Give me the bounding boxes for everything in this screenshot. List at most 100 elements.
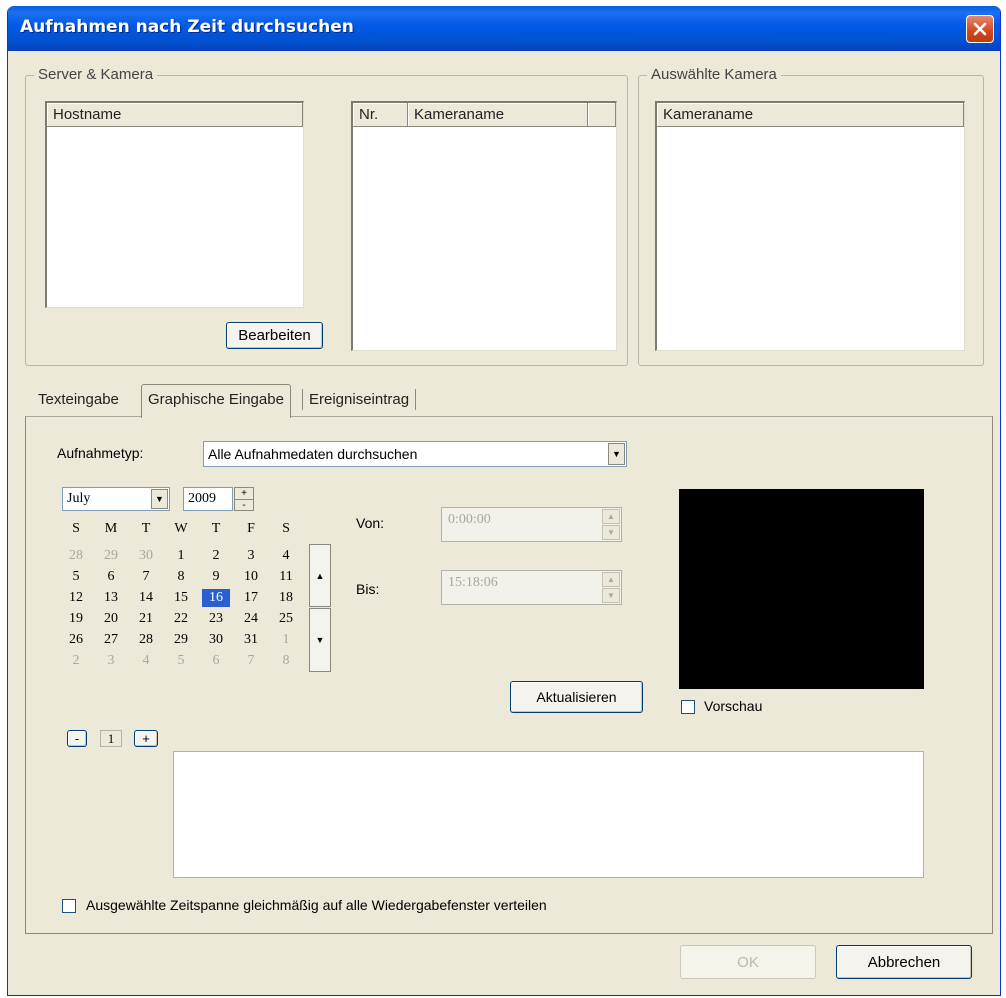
triangle-down-icon: ▼: [607, 591, 615, 600]
title-bar[interactable]: Aufnahmen nach Zeit durchsuchen: [8, 6, 1000, 51]
calendar-day[interactable]: 5: [167, 652, 195, 670]
to-time-up-button[interactable]: ▲: [602, 572, 620, 587]
camera-name-column-header[interactable]: Kameraname: [408, 103, 588, 127]
from-time-field[interactable]: 0:00:00 ▲ ▼: [441, 507, 622, 542]
calendar-day[interactable]: 1: [272, 631, 300, 649]
preview-label: Vorschau: [704, 698, 763, 714]
triangle-up-icon: ▲: [607, 575, 615, 584]
tab-texteingabe[interactable]: Texteingabe: [32, 389, 125, 410]
from-time-up-button[interactable]: ▲: [602, 509, 620, 524]
from-time-down-button[interactable]: ▼: [602, 525, 620, 540]
timeline-area[interactable]: [173, 751, 924, 878]
cancel-button[interactable]: Abbrechen: [836, 945, 972, 979]
chevron-down-icon: ▼: [612, 449, 621, 459]
calendar-day[interactable]: 19: [62, 610, 90, 628]
calendar-day[interactable]: 29: [97, 547, 125, 565]
calendar-day[interactable]: 8: [167, 568, 195, 586]
server-camera-group: Server & Kamera Hostname Bearbeiten Nr. …: [25, 66, 628, 366]
year-spinner[interactable]: + -: [234, 487, 254, 511]
selected-camera-header-text: Kameraname: [663, 106, 754, 123]
camera-list[interactable]: Nr. Kameraname: [351, 101, 617, 351]
calendar-day[interactable]: 9: [202, 568, 230, 586]
calendar-day[interactable]: 3: [237, 547, 265, 565]
calendar-day[interactable]: 3: [97, 652, 125, 670]
calendar-day[interactable]: 14: [132, 589, 160, 607]
calendar-day[interactable]: 30: [132, 547, 160, 565]
calendar-day[interactable]: 2: [202, 547, 230, 565]
month-dropdown-button[interactable]: ▼: [151, 489, 168, 509]
hostname-list[interactable]: Hostname: [45, 101, 304, 308]
calendar-day[interactable]: 2: [62, 652, 90, 670]
calendar-day[interactable]: 10: [237, 568, 265, 586]
selected-camera-column-header[interactable]: Kameraname: [657, 103, 964, 127]
year-up-icon[interactable]: +: [234, 487, 254, 499]
preview-checkbox[interactable]: [681, 700, 695, 714]
triangle-up-icon: ▲: [607, 512, 615, 521]
selected-camera-list[interactable]: Kameraname: [655, 101, 965, 351]
ok-button[interactable]: OK: [680, 945, 816, 979]
recording-type-dropdown-button[interactable]: ▼: [608, 443, 625, 465]
calendar-day[interactable]: 1: [167, 547, 195, 565]
ok-button-label: OK: [737, 953, 759, 971]
calendar-next-button[interactable]: ▼: [309, 608, 331, 672]
calendar-day[interactable]: 7: [132, 568, 160, 586]
calendar-day[interactable]: 27: [97, 631, 125, 649]
distribute-checkbox[interactable]: [62, 899, 76, 913]
calendar-day[interactable]: 6: [202, 652, 230, 670]
calendar-day[interactable]: 28: [132, 631, 160, 649]
calendar-day[interactable]: 13: [97, 589, 125, 607]
calendar-day[interactable]: 21: [132, 610, 160, 628]
edit-button[interactable]: Bearbeiten: [226, 322, 323, 349]
camera-nr-column-header[interactable]: Nr.: [353, 103, 408, 127]
weekday-header: W: [174, 521, 188, 536]
page-minus-button[interactable]: -: [67, 730, 87, 747]
calendar-prev-button[interactable]: ▲: [309, 544, 331, 607]
weekday-header: S: [72, 521, 80, 536]
hostname-column-header[interactable]: Hostname: [47, 103, 303, 127]
calendar-day[interactable]: 11: [272, 568, 300, 586]
calendar-day[interactable]: 31: [237, 631, 265, 649]
camera-extra-column-header[interactable]: [588, 103, 616, 127]
calendar-day[interactable]: 5: [62, 568, 90, 586]
calendar-day[interactable]: 7: [237, 652, 265, 670]
to-time-field[interactable]: 15:18:06 ▲ ▼: [441, 570, 622, 605]
calendar-day[interactable]: 20: [97, 610, 125, 628]
calendar-day[interactable]: 4: [272, 547, 300, 565]
from-time-label: Von:: [356, 515, 385, 531]
tab-ereigniseintrag[interactable]: Ereigniseintrag: [302, 389, 417, 410]
recording-type-label: Aufnahmetyp:: [57, 445, 144, 461]
refresh-button[interactable]: Aktualisieren: [510, 681, 643, 713]
recording-type-select[interactable]: Alle Aufnahmedaten durchsuchen ▼: [203, 441, 627, 467]
calendar-day[interactable]: 17: [237, 589, 265, 607]
calendar-day[interactable]: 25: [272, 610, 300, 628]
calendar-day[interactable]: 15: [167, 589, 195, 607]
month-select[interactable]: July ▼: [62, 487, 170, 511]
year-down-icon[interactable]: -: [234, 499, 254, 511]
calendar-day[interactable]: 18: [272, 589, 300, 607]
calendar-day[interactable]: 4: [132, 652, 160, 670]
calendar-day[interactable]: 8: [272, 652, 300, 670]
calendar-day[interactable]: 26: [62, 631, 90, 649]
page-plus-button[interactable]: +: [134, 730, 158, 747]
calendar-day[interactable]: 12: [62, 589, 90, 607]
calendar-day[interactable]: 24: [237, 610, 265, 628]
tab-graphische-eingabe-label: Graphische Eingabe: [148, 391, 284, 408]
calendar-day[interactable]: 6: [97, 568, 125, 586]
to-time-down-button[interactable]: ▼: [602, 588, 620, 603]
calendar-day[interactable]: 23: [202, 610, 230, 628]
preview-video: [679, 489, 924, 689]
hostname-header-text: Hostname: [53, 106, 122, 123]
calendar-day[interactable]: 28: [62, 547, 90, 565]
weekday-header: T: [141, 521, 151, 536]
camera-nr-header-text: Nr.: [359, 106, 379, 123]
calendar-day[interactable]: 16: [202, 589, 230, 607]
year-field[interactable]: 2009: [183, 487, 233, 511]
tab-ereigniseintrag-label: Ereigniseintrag: [309, 391, 410, 408]
calendar-grid: SMTWTFS 28 29 30 1 2 3 4 5 6 7 8 9 10 11 12 13 14 15 16 17 1…: [62, 521, 308, 675]
calendar-day[interactable]: 22: [167, 610, 195, 628]
calendar-day[interactable]: 29: [167, 631, 195, 649]
close-icon: [973, 22, 987, 36]
tab-graphische-eingabe[interactable]: Graphische Eingabe: [141, 384, 291, 418]
close-button[interactable]: [966, 15, 994, 43]
calendar-day[interactable]: 30: [202, 631, 230, 649]
